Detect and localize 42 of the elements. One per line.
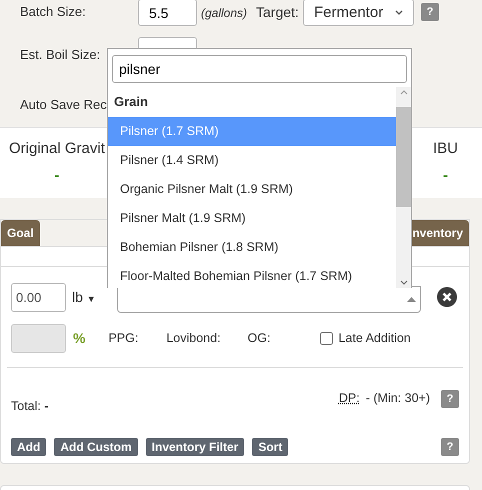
percent-label: % <box>73 328 86 348</box>
batch-size-input[interactable]: 5.5 <box>138 0 197 26</box>
total-label: Total: <box>11 399 41 413</box>
scroll-up-icon[interactable] <box>400 90 408 95</box>
stat-label: IBU <box>432 139 458 159</box>
field-label: Est. Boil Size: <box>20 46 100 64</box>
percent-input[interactable] <box>11 324 66 352</box>
stat-value: - <box>54 166 60 186</box>
action-button[interactable]: Add <box>11 438 46 456</box>
caret-icon <box>395 10 403 16</box>
unit-dropdown[interactable]: lb ▼ <box>72 286 106 308</box>
total-value: - <box>44 399 49 413</box>
group-header: Grain <box>113 93 149 111</box>
action-button[interactable]: Inventory Filter <box>146 438 244 456</box>
checkbox-label: Late Addition <box>338 330 411 347</box>
scrollbar[interactable] <box>396 87 411 288</box>
field-label: PPG: <box>108 330 138 347</box>
dp-label: DP: <box>338 390 360 407</box>
late-addition-checkbox[interactable] <box>320 332 334 344</box>
field-label: Auto Save Rec <box>20 96 107 114</box>
search-field[interactable]: pilsner <box>112 55 407 83</box>
action-button[interactable]: Add Custom <box>54 438 138 456</box>
caret-icon <box>407 296 416 302</box>
dropdown-option[interactable]: Organic Pilsner Malt (1.9 SRM) <box>108 174 396 204</box>
stat-value: - <box>442 166 448 186</box>
dropdown-option[interactable]: Pilsner (1.4 SRM) <box>108 146 396 174</box>
remove-icon[interactable] <box>437 287 457 307</box>
target-select[interactable]: Fermentor <box>303 0 414 26</box>
tab[interactable]: Goal <box>1 220 40 246</box>
field-label: Target: <box>256 3 299 22</box>
amount-input[interactable]: 0.00 <box>11 282 66 312</box>
dropdown-option[interactable]: Floor-Malted Bohemian Pilsner (1.7 SRM) <box>108 262 396 288</box>
field-label: OG: <box>248 330 270 347</box>
dropdown-option[interactable]: Pilsner Malt (1.9 SRM) <box>108 204 396 232</box>
field-label: Batch Size: <box>20 3 86 21</box>
dropdown-option[interactable]: Bohemian Pilsner (1.8 SRM) <box>108 232 396 262</box>
action-button[interactable]: Sort <box>252 438 288 456</box>
scroll-down-icon[interactable] <box>400 280 408 285</box>
stat-label: Original Gravit <box>9 139 105 159</box>
unit-label: (gallons) <box>201 5 248 22</box>
dp-value: - (Min: 30+) <box>366 390 430 407</box>
field-label: Lovibond: <box>166 330 221 347</box>
